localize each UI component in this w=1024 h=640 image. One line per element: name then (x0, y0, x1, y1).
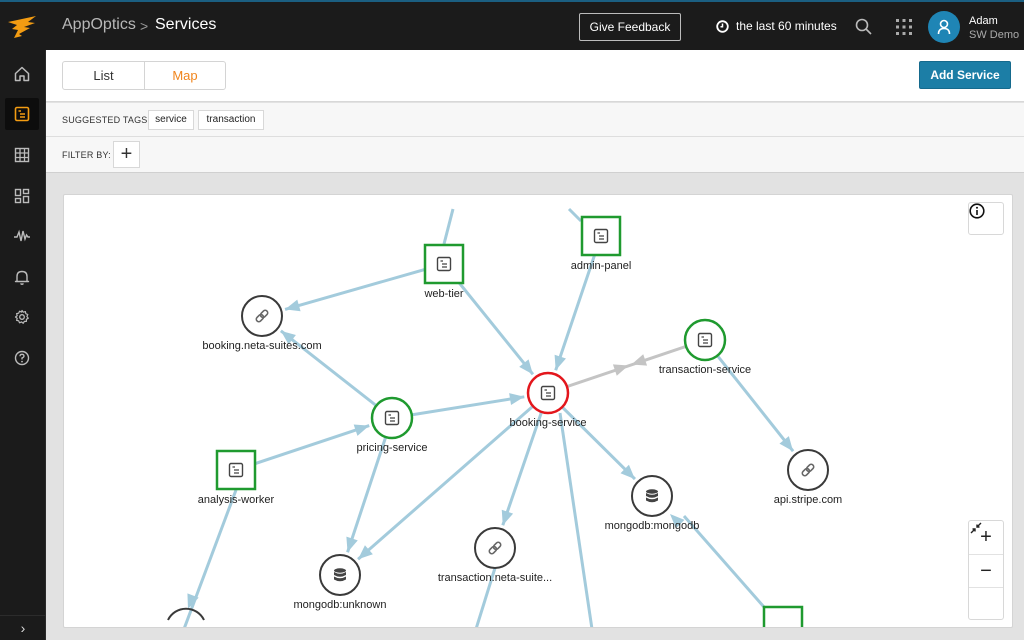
gear-icon (14, 309, 29, 324)
time-range-label: the last 60 minutes (736, 19, 837, 33)
give-feedback-button[interactable]: Give Feedback (579, 13, 681, 41)
sidebar-item-grid[interactable] (5, 139, 39, 171)
pulse-icon (14, 229, 30, 242)
map-node-label: web-tier (423, 288, 463, 300)
sidebar-expand-button[interactable]: › (0, 615, 46, 640)
map-edge (183, 489, 238, 627)
tab-list[interactable]: List (63, 62, 145, 89)
map-node-transaction-neta[interactable]: transaction.neta-suite... (438, 527, 552, 584)
info-icon (969, 203, 985, 219)
tag-transaction[interactable]: transaction (198, 110, 264, 130)
map-node-label: analysis-worker (198, 494, 275, 506)
suggested-tags-label: SUGGESTED TAGS: (62, 115, 151, 125)
help-icon (14, 350, 30, 366)
map-node-analysis-worker[interactable]: analysis-worker (198, 449, 275, 506)
database-icon (334, 568, 346, 582)
edge-arrowhead (554, 354, 566, 371)
map-node-label: booking-service (509, 417, 586, 429)
map-node-label: api.stripe.com (774, 494, 842, 506)
sidebar-item-settings[interactable] (5, 301, 39, 333)
sidebar-item-services[interactable] (5, 98, 39, 130)
page-title: Services (155, 16, 217, 33)
map-node-label: mongodb:unknown (294, 599, 387, 611)
services-icon (14, 106, 30, 122)
collapse-arrows-icon (970, 522, 982, 534)
add-filter-button[interactable]: + (113, 141, 140, 168)
tab-map[interactable]: Map (145, 62, 225, 89)
edge-arrowhead (353, 424, 370, 436)
user-name[interactable]: Adam (969, 15, 998, 27)
view-toggle: List Map (62, 61, 226, 90)
filter-by-label: FILTER BY: (62, 150, 111, 160)
database-icon (646, 489, 658, 503)
map-node-mongodb-unknown[interactable]: mongodb:unknown (294, 554, 387, 611)
time-range-picker[interactable]: the last 60 minutes (716, 19, 837, 33)
suggested-tags-bar: SUGGESTED TAGS: service transaction (46, 103, 1024, 137)
sidebar-item-alerts[interactable] (5, 261, 39, 293)
map-node-label: transaction-service (659, 364, 751, 376)
map-node-label: mongodb:mongodb (605, 520, 700, 532)
map-edge (703, 339, 795, 453)
sidebar-item-dashboards[interactable] (5, 180, 39, 212)
bell-icon (14, 270, 30, 285)
edge-arrowhead (612, 364, 629, 376)
map-node-label: pricing-service (357, 442, 428, 454)
edge-arrowhead (346, 536, 358, 553)
breadcrumb-separator: > (140, 18, 149, 34)
grid-icon (14, 147, 30, 163)
service-map[interactable]: web-tier admin-panel booking.neta-suites.c… (63, 194, 1013, 628)
map-node-label: admin-panel (571, 260, 632, 272)
clock-icon (716, 19, 729, 33)
user-avatar[interactable] (928, 11, 960, 43)
map-node-label: transaction.neta-suite... (438, 572, 552, 584)
search-icon[interactable] (854, 17, 874, 37)
edge-arrowhead (631, 354, 648, 366)
map-edge (284, 262, 445, 311)
sidebar-item-home[interactable] (5, 58, 39, 90)
user-icon (937, 19, 951, 35)
map-node-partial (762, 605, 804, 627)
breadcrumb-app[interactable]: AppOptics (62, 16, 136, 34)
map-node-admin-panel[interactable]: admin-panel (571, 215, 632, 272)
user-org: SW Demo (969, 29, 1020, 41)
sidebar: › (0, 50, 46, 640)
tag-service[interactable]: service (148, 110, 194, 130)
home-icon (14, 66, 30, 82)
zoom-out-button[interactable]: − (969, 554, 1003, 587)
apps-grid-icon[interactable] (895, 18, 913, 36)
edge-arrowhead (285, 299, 301, 312)
edge-arrowhead (509, 393, 525, 406)
sidebar-item-help[interactable] (5, 342, 39, 374)
sidebar-item-metrics[interactable] (5, 220, 39, 252)
dashboards-icon (14, 188, 30, 204)
map-edge (442, 208, 455, 245)
map-info-button[interactable] (968, 202, 1004, 235)
map-node-api-stripe[interactable]: api.stripe.com (774, 449, 842, 506)
fit-to-screen-button[interactable] (969, 522, 1003, 620)
map-node-transaction-service[interactable]: transaction-service (659, 318, 751, 376)
solarwinds-logo-icon[interactable] (6, 12, 38, 40)
service-map-canvas[interactable]: web-tier admin-panel booking.neta-suites.c… (64, 195, 1013, 628)
map-node-mongodb-mongodb[interactable]: mongodb:mongodb (605, 475, 700, 532)
edge-arrowhead (501, 509, 514, 526)
map-node-partial (167, 607, 205, 621)
map-node-web-tier[interactable]: web-tier (423, 243, 465, 300)
zoom-controls: + − (968, 520, 1004, 620)
map-edge (558, 412, 594, 627)
map-node-label: booking.neta-suites.com (202, 340, 321, 352)
filter-bar: FILTER BY: + (46, 137, 1024, 173)
top-bar: AppOptics > Services Give Feedback the l… (0, 0, 1024, 50)
services-header: List Map Add Service (46, 50, 1024, 102)
add-service-button[interactable]: Add Service (919, 61, 1011, 89)
map-edge (567, 207, 583, 223)
map-node-booking-service[interactable]: booking-service (509, 371, 587, 429)
